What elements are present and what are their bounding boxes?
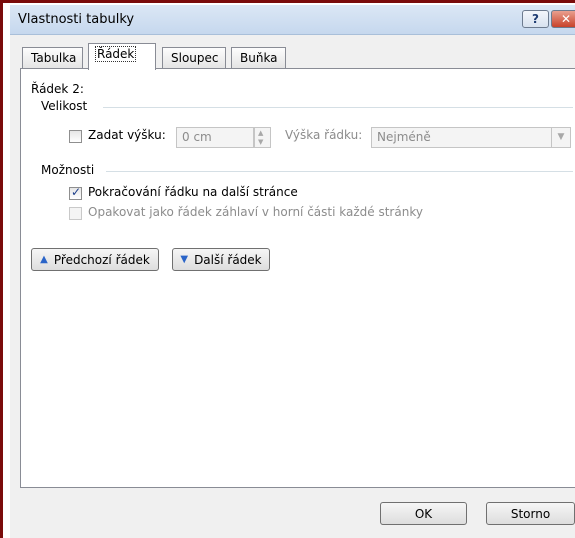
next-row-label: Další řádek [194,252,262,267]
tab-cell[interactable]: Buňka [231,47,286,69]
arrow-up-icon: ▲ [40,254,48,265]
allow-break-checkbox[interactable] [69,185,82,200]
allow-break-label: Pokračování řádku na další stránce [88,185,298,199]
title-bar: Vlastnosti tabulky ? ✕ [10,5,575,35]
options-separator [106,171,573,172]
tab-table-label: Tabulka [31,51,77,65]
next-row-button[interactable]: ▼ Další řádek [172,248,270,271]
previous-row-button[interactable]: ▲ Předchozí řádek [31,248,159,271]
ok-button[interactable]: OK [380,502,467,525]
tab-table[interactable]: Tabulka [22,47,83,69]
options-group-label: Možnosti [41,163,95,177]
size-group-label: Velikost [41,99,88,113]
height-input[interactable]: 0 cm [176,127,254,148]
help-button[interactable]: ? [522,10,549,28]
row-height-label: Výška řádku: [285,128,363,142]
cancel-button[interactable]: Storno [486,502,575,525]
window-title: Vlastnosti tabulky [18,12,135,27]
chevron-down-icon[interactable]: ▼ [551,127,571,148]
row-panel: Řádek 2: Velikost Zadat výšku: 0 cm ▲ ▼ V… [20,68,575,488]
tab-column[interactable]: Sloupec [162,47,226,69]
arrow-down-icon: ▼ [180,254,189,265]
repeat-header-checkbox[interactable] [69,207,82,220]
dialog-body: Tabulka Řádek Sloupec Buňka Řádek 2: Vel… [10,35,575,538]
close-button[interactable]: ✕ [551,10,575,28]
tab-row-label: Řádek [95,46,137,62]
tab-column-label: Sloupec [171,51,219,65]
tab-row[interactable]: Řádek [88,43,156,70]
row-height-select[interactable]: Nejméně [371,127,556,148]
row-heading: Řádek 2: [31,82,84,96]
tab-cell-label: Buňka [240,51,278,65]
specify-height-checkbox[interactable] [69,130,82,143]
repeat-header-label: Opakovat jako řádek záhlaví v horní část… [88,205,423,219]
height-spinner[interactable]: ▲ ▼ [254,127,271,148]
previous-row-label: Předchozí řádek [53,252,150,267]
specify-height-label: Zadat výšku: [88,128,166,142]
size-separator [103,107,573,108]
